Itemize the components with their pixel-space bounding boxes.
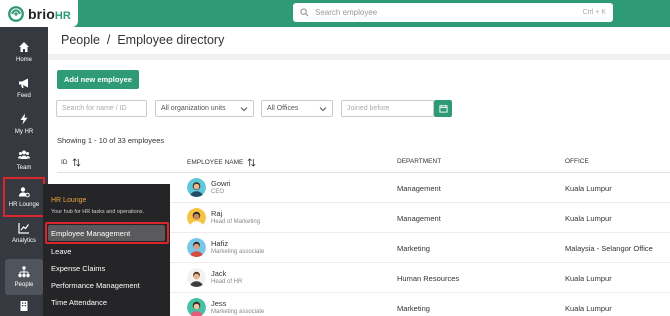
search-shortcut: Ctrl + K [582, 9, 606, 16]
sort-icon [247, 158, 256, 167]
page-title: Employee directory [117, 33, 225, 47]
sidebar-item-label: People [14, 282, 34, 288]
column-office: OFFICE [565, 158, 589, 165]
chevron-down-icon [319, 106, 327, 111]
menu-title: HR Lounge [51, 197, 87, 204]
employee-office: Kuala Lumpur [565, 214, 612, 223]
top-bar: brioHR Search employee Ctrl + K [0, 0, 670, 27]
sidebar-item-label: Feed [17, 93, 31, 99]
sidebar-item-analytics[interactable]: Analytics [5, 215, 43, 251]
search-placeholder: Search employee [315, 8, 378, 17]
name-search-input[interactable]: Search for name / ID [56, 100, 147, 117]
employee-name[interactable]: Jack [211, 269, 226, 278]
table-header: ID EMPLOYEE NAME DEPARTMENT OFFICE [57, 151, 670, 173]
menu-item-time-attendance[interactable]: Time Attendance [51, 298, 107, 307]
chevron-down-icon [240, 106, 248, 111]
sidebar-item-building[interactable] [5, 299, 43, 316]
employee-office: Kuala Lumpur [565, 184, 612, 193]
search-icon [300, 8, 309, 17]
breadcrumb-people[interactable]: People [61, 33, 100, 47]
chart-icon [18, 223, 29, 234]
avatar [187, 208, 206, 227]
avatar [187, 178, 206, 197]
hr-lounge-menu: HR Lounge Your hub for HR tasks and oper… [43, 184, 170, 316]
team-icon [18, 150, 30, 159]
employee-title: Head of Marketing [211, 219, 261, 225]
column-id-label: ID [61, 159, 68, 166]
column-office-label: OFFICE [565, 158, 589, 165]
bolt-icon [20, 113, 28, 125]
breadcrumb-separator: / [106, 33, 111, 47]
results-summary: Showing 1 - 10 of 33 employees [57, 136, 165, 145]
menu-item-employee-management[interactable]: Employee Management [51, 229, 130, 238]
employee-title: Head of HR [211, 279, 243, 285]
employee-office: Kuala Lumpur [565, 304, 612, 313]
org-chart-icon [18, 266, 30, 278]
sidebar-item-label: HR Lounge [8, 202, 40, 208]
column-name-label: EMPLOYEE NAME [187, 159, 244, 166]
sidebar-item-team[interactable]: Team [5, 142, 43, 178]
menu-item-leave[interactable]: Leave [51, 247, 71, 256]
sort-icon [72, 158, 80, 167]
avatar [187, 298, 206, 316]
search-input[interactable]: Search employee Ctrl + K [293, 3, 613, 22]
employee-department: Marketing [397, 304, 430, 313]
column-id[interactable]: ID [61, 158, 81, 167]
joined-before-input[interactable]: Joined before [341, 100, 434, 117]
logo-icon [8, 5, 24, 22]
sidebar-item-label: Home [15, 57, 32, 63]
calendar-icon [438, 104, 448, 113]
menu-item-expense-claims[interactable]: Expense Claims [51, 264, 105, 273]
employee-name[interactable]: Hafiz [211, 239, 228, 248]
sidebar: Home Feed My HR Team HR Lounge Analytics… [0, 27, 48, 316]
offices-value: All Offices [267, 105, 299, 112]
employee-department: Management [397, 184, 441, 193]
menu-subtitle: Your hub for HR tasks and operations. [51, 209, 145, 215]
sidebar-item-hr-lounge[interactable]: HR Lounge [3, 177, 45, 217]
employee-name[interactable]: Raj [211, 209, 222, 218]
employee-name[interactable]: Jess [211, 299, 226, 308]
column-department: DEPARTMENT [397, 158, 441, 165]
sidebar-item-people[interactable]: People [5, 259, 43, 295]
sidebar-item-my-hr[interactable]: My HR [5, 106, 43, 142]
column-department-label: DEPARTMENT [397, 158, 442, 165]
employee-title: Marketing associate [211, 249, 265, 255]
employee-title: CEO [211, 189, 225, 195]
user-gear-icon [18, 187, 30, 198]
org-units-value: All organization units [161, 105, 226, 112]
employee-office: Kuala Lumpur [565, 274, 612, 283]
employee-name[interactable]: Gowri [211, 179, 231, 188]
sidebar-item-label: Analytics [11, 238, 36, 244]
add-employee-button[interactable]: Add new employee [57, 70, 139, 89]
column-employee-name[interactable]: EMPLOYEE NAME [187, 158, 256, 167]
employee-department: Management [397, 214, 441, 223]
sidebar-item-home[interactable]: Home [5, 34, 43, 70]
employee-department: Marketing [397, 244, 430, 253]
org-units-select[interactable]: All organization units [155, 100, 254, 117]
offices-select[interactable]: All Offices [261, 100, 333, 117]
logo[interactable]: brioHR [0, 0, 78, 27]
avatar [187, 238, 206, 257]
calendar-button[interactable] [434, 100, 452, 117]
breadcrumb: People / Employee directory [61, 33, 224, 47]
sidebar-item-label: Team [16, 165, 32, 171]
sidebar-item-label: My HR [14, 129, 34, 135]
employee-title: Marketing associate [211, 309, 265, 315]
employee-office: Malaysia - Selangor Office [565, 244, 653, 253]
home-icon [19, 42, 29, 52]
sidebar-item-feed[interactable]: Feed [5, 70, 43, 106]
logo-text: brioHR [28, 5, 71, 22]
building-icon [20, 300, 28, 311]
page-header: People / Employee directory [48, 27, 670, 54]
employee-department: Human Resources [397, 274, 460, 283]
menu-item-performance-management[interactable]: Performance Management [51, 281, 140, 290]
avatar [187, 268, 206, 287]
megaphone-icon [19, 78, 28, 88]
